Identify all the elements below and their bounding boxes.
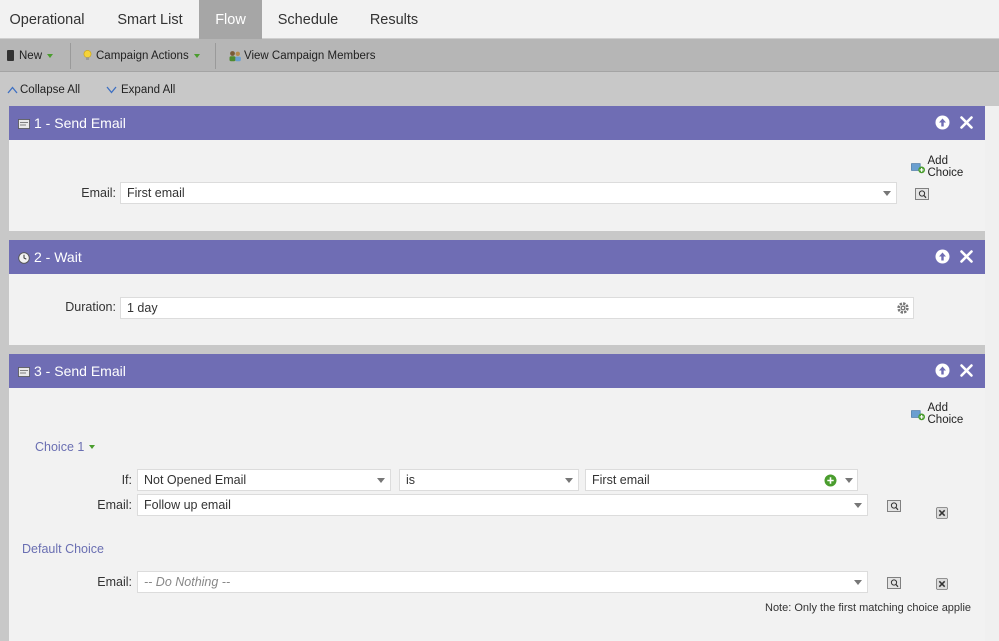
email-label: Email: bbox=[81, 186, 116, 200]
members-icon bbox=[229, 50, 241, 61]
move-up-icon[interactable] bbox=[935, 115, 950, 130]
choice-1-label: Choice 1 bbox=[35, 440, 85, 454]
condition-select[interactable]: Not Opened Email bbox=[137, 469, 391, 491]
chevron-down-icon bbox=[854, 503, 862, 508]
add-value-icon[interactable] bbox=[824, 474, 837, 487]
close-icon[interactable] bbox=[959, 363, 974, 378]
choice-note: Note: Only the first matching choice app… bbox=[765, 602, 972, 614]
tab-flow[interactable]: Flow bbox=[199, 0, 262, 39]
email-select-value: First email bbox=[127, 186, 185, 200]
duration-field[interactable]: 1 day bbox=[120, 297, 914, 319]
tab-bar: Operational Smart List Flow Schedule Res… bbox=[0, 0, 999, 39]
flow-step-send-email-3: 3 - Send Email Add Choice Choice 1 If: N… bbox=[9, 354, 985, 641]
step-title: 1 - Send Email bbox=[34, 115, 126, 131]
toolbar-divider bbox=[215, 43, 216, 69]
add-choice-icon bbox=[911, 162, 926, 173]
flow-step-send-email-1: 1 - Send Email Add Choice Email: First e… bbox=[9, 106, 985, 231]
chevron-down-icon bbox=[883, 191, 891, 196]
toolbar: New Campaign Actions View Campaign Membe… bbox=[0, 39, 999, 72]
preview-icon[interactable] bbox=[887, 577, 901, 589]
chevron-down-icon bbox=[565, 478, 573, 483]
view-campaign-members-label: View Campaign Members bbox=[244, 49, 376, 62]
tab-schedule[interactable]: Schedule bbox=[270, 0, 346, 39]
gear-icon[interactable] bbox=[896, 301, 910, 315]
tab-operational[interactable]: Operational bbox=[0, 0, 94, 39]
collapse-all-label: Collapse All bbox=[20, 83, 81, 96]
chevron-down-icon bbox=[377, 478, 385, 483]
choice-1-title[interactable]: Choice 1 bbox=[35, 440, 96, 454]
expand-all-label: Expand All bbox=[121, 83, 176, 96]
default-choice-title[interactable]: Default Choice bbox=[22, 542, 104, 556]
collapse-all-button[interactable]: Collapse All bbox=[7, 73, 80, 106]
default-email-label: Email: bbox=[97, 575, 132, 589]
operator-select[interactable]: is bbox=[399, 469, 579, 491]
value-value: First email bbox=[592, 473, 650, 487]
move-up-icon[interactable] bbox=[935, 363, 950, 378]
duration-value: 1 day bbox=[127, 301, 158, 315]
remove-choice-icon[interactable] bbox=[936, 507, 948, 519]
email-label: Email: bbox=[97, 498, 132, 512]
chevron-down-icon bbox=[47, 53, 54, 58]
campaign-actions-button[interactable]: Campaign Actions bbox=[83, 39, 200, 72]
duration-label: Duration: bbox=[65, 300, 116, 314]
flow-canvas: 1 - Send Email Add Choice Email: First e… bbox=[0, 106, 985, 641]
operator-value: is bbox=[406, 473, 416, 487]
email-icon bbox=[18, 119, 30, 129]
close-icon[interactable] bbox=[959, 249, 974, 264]
campaign-actions-label: Campaign Actions bbox=[96, 49, 189, 62]
choice-1-email-value: Follow up email bbox=[144, 498, 231, 512]
remove-choice-icon[interactable] bbox=[936, 578, 948, 590]
vertical-scrollbar[interactable] bbox=[985, 106, 999, 641]
new-icon bbox=[7, 50, 14, 61]
add-choice-label: Add Choice bbox=[927, 402, 964, 426]
condition-value: Not Opened Email bbox=[144, 473, 247, 487]
collapse-expand-bar: Collapse All Expand All bbox=[0, 73, 999, 106]
close-icon[interactable] bbox=[959, 115, 974, 130]
lightbulb-icon bbox=[83, 50, 92, 60]
default-email-value: -- Do Nothing -- bbox=[144, 575, 231, 589]
collapse-up-icon bbox=[7, 85, 18, 93]
step-header[interactable]: 2 - Wait bbox=[9, 240, 985, 274]
email-icon bbox=[18, 367, 30, 377]
step-title: 2 - Wait bbox=[34, 249, 82, 265]
choice-1-email-select[interactable]: Follow up email bbox=[137, 494, 868, 516]
chevron-down-icon bbox=[89, 445, 96, 449]
if-label: If: bbox=[121, 473, 132, 487]
toolbar-divider bbox=[70, 43, 71, 69]
step-header[interactable]: 3 - Send Email bbox=[9, 354, 985, 388]
add-choice-button[interactable]: Add Choice bbox=[911, 155, 985, 179]
preview-icon[interactable] bbox=[887, 500, 901, 512]
view-campaign-members-button[interactable]: View Campaign Members bbox=[228, 39, 375, 72]
chevron-down-icon bbox=[193, 53, 200, 58]
move-up-icon[interactable] bbox=[935, 249, 950, 264]
add-choice-icon bbox=[911, 409, 926, 420]
tab-smart-list[interactable]: Smart List bbox=[104, 0, 196, 39]
value-select[interactable]: First email bbox=[585, 469, 858, 491]
add-choice-button[interactable]: Add Choice bbox=[911, 402, 985, 426]
step-title: 3 - Send Email bbox=[34, 363, 126, 379]
expand-all-button[interactable]: Expand All bbox=[106, 73, 175, 106]
default-email-select[interactable]: -- Do Nothing -- bbox=[137, 571, 868, 593]
chevron-down-icon bbox=[854, 580, 862, 585]
preview-icon[interactable] bbox=[915, 188, 929, 200]
step-header[interactable]: 1 - Send Email bbox=[9, 106, 985, 140]
chevron-down-icon bbox=[845, 478, 853, 483]
add-choice-label: Add Choice bbox=[927, 155, 964, 179]
email-select[interactable]: First email bbox=[120, 182, 897, 204]
tab-results[interactable]: Results bbox=[363, 0, 425, 39]
new-button[interactable]: New bbox=[7, 39, 54, 72]
expand-down-icon bbox=[106, 86, 117, 94]
new-label: New bbox=[19, 49, 43, 62]
flow-step-wait: 2 - Wait Duration: 1 day bbox=[9, 240, 985, 345]
clock-icon bbox=[18, 252, 30, 264]
